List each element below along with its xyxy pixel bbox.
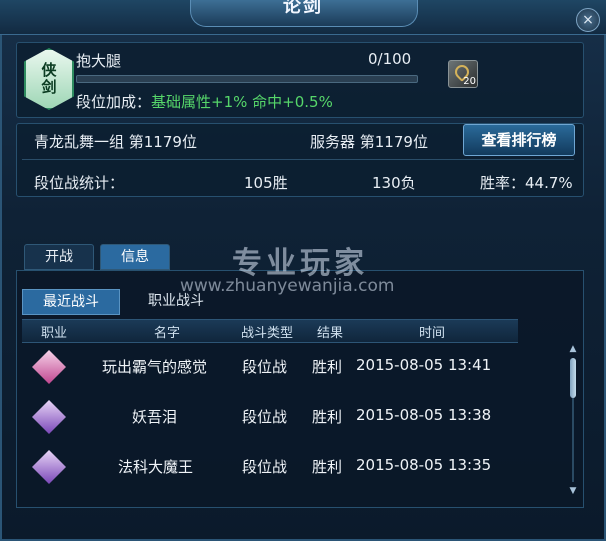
battle-type: 段位战	[242, 458, 288, 476]
losses-count: 130负	[372, 174, 416, 192]
col-name: 名字	[153, 326, 180, 341]
rank-bonus-label: 段位加成：	[76, 93, 152, 111]
battle-time: 2015-08-05 13:38	[356, 406, 492, 424]
key-count: 20	[463, 76, 476, 87]
badge-char-2: 剑	[41, 78, 57, 96]
battle-result: 胜利	[312, 408, 343, 426]
rank-progress-bar	[76, 75, 418, 83]
battle-type: 段位战	[242, 358, 288, 376]
key-icon[interactable]: 20	[448, 60, 478, 88]
scroll-up-icon[interactable]: ▲	[568, 344, 578, 354]
opponent-name: 法科大魔王	[118, 458, 194, 476]
win-rate: 胜率：44.7%	[480, 174, 573, 192]
battle-result: 胜利	[312, 358, 343, 376]
rank-progress-text: 0/100	[368, 50, 412, 68]
battle-table-header: 职业 名字 战斗类型 结果 时间	[22, 319, 518, 343]
close-button[interactable]: ×	[576, 8, 600, 32]
purple-fan-icon	[32, 400, 66, 434]
col-type: 战斗类型	[240, 326, 293, 341]
subtab-recent-battles[interactable]: 最近战斗	[22, 289, 120, 315]
col-job: 职业	[40, 326, 67, 341]
stats-label: 段位战统计：	[34, 174, 125, 192]
badge-char-1: 侠	[41, 61, 57, 79]
scroll-thumb[interactable]	[570, 358, 576, 398]
rank-bonus: 段位加成：基础属性+1% 命中+0.5%	[76, 91, 333, 112]
title-bar: 论剑 ×	[0, 0, 606, 35]
watermark-url: www.zhuanyewanjia.com	[180, 276, 395, 296]
battle-row[interactable]: 玩出霸气的感觉 段位战 胜利 2015-08-05 13:41	[22, 344, 552, 388]
battle-row[interactable]: 法科大魔王 段位战 胜利 2015-08-05 13:35	[22, 444, 552, 488]
battle-type: 段位战	[242, 408, 288, 426]
battle-time: 2015-08-05 13:35	[356, 456, 492, 474]
leaderboard-button[interactable]: 查看排行榜	[463, 124, 575, 156]
battle-row[interactable]: 妖吾泪 段位战 胜利 2015-08-05 13:38	[22, 394, 552, 438]
scroll-down-icon[interactable]: ▼	[568, 486, 578, 496]
wins-count: 105胜	[244, 174, 288, 192]
purple-fan-icon	[32, 450, 66, 484]
window-title: 论剑	[283, 0, 323, 17]
opponent-name: 玩出霸气的感觉	[102, 358, 208, 376]
rank-name: 抱大腿	[76, 52, 122, 70]
tab-info[interactable]: 信息	[100, 244, 170, 270]
rank-bonus-value: 基础属性+1% 命中+0.5%	[151, 93, 333, 111]
server-rank: 服务器 第1179位	[310, 133, 428, 151]
opponent-name: 妖吾泪	[132, 408, 178, 426]
stats-divider	[22, 159, 574, 160]
group-rank: 青龙乱舞一组 第1179位	[34, 133, 197, 151]
col-time: 时间	[418, 326, 445, 341]
tab-open-battle[interactable]: 开战	[24, 244, 94, 270]
col-result: 结果	[316, 326, 343, 341]
pink-fan-icon	[32, 350, 66, 384]
battle-time: 2015-08-05 13:41	[356, 356, 492, 374]
battle-list-scrollbar[interactable]: ▲ ▼	[568, 344, 578, 496]
battle-result: 胜利	[312, 458, 343, 476]
